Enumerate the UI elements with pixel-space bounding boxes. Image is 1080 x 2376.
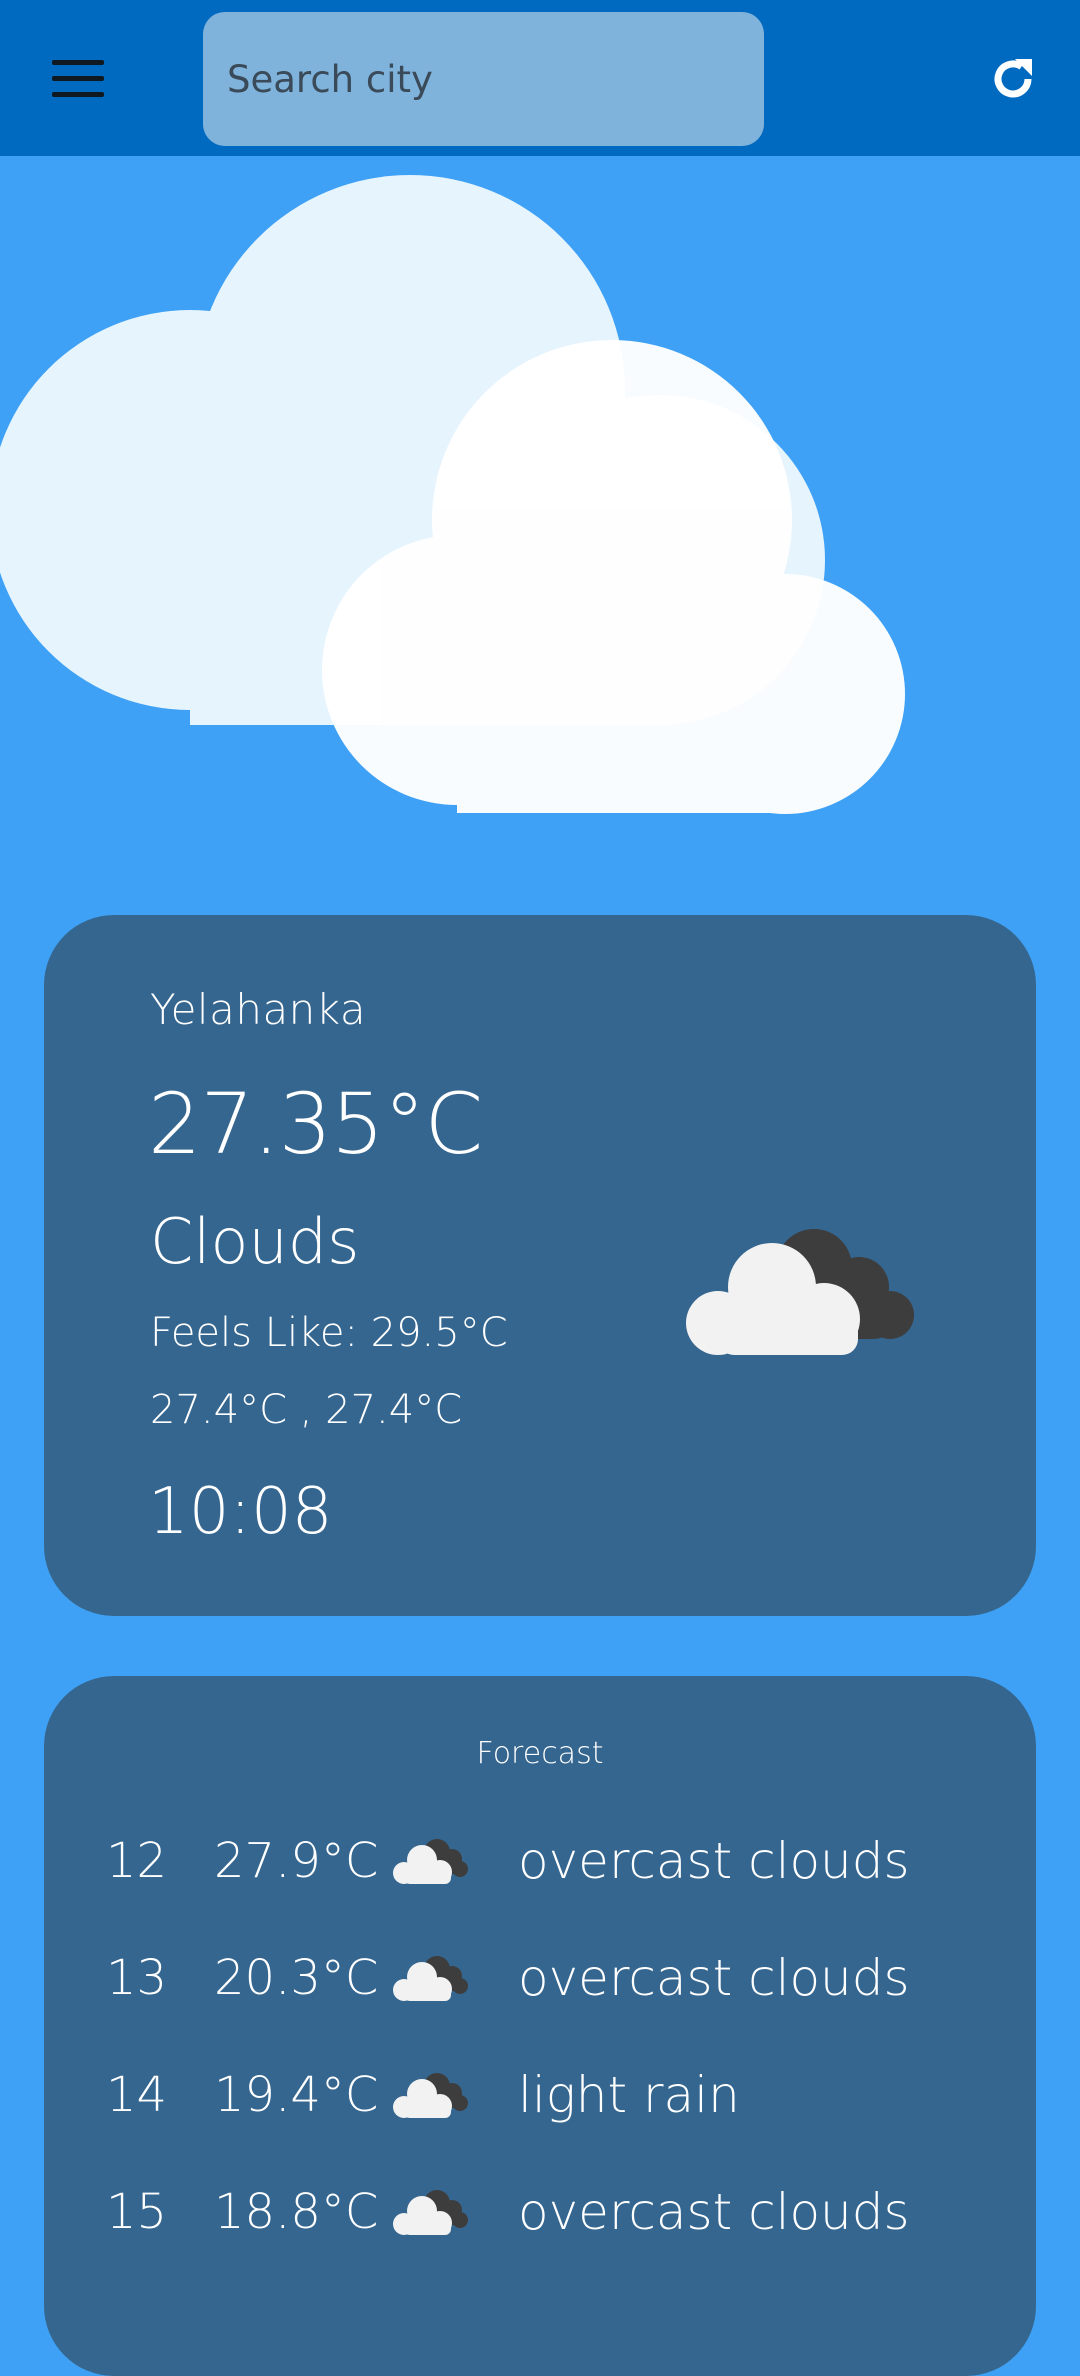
- broken-clouds-icon: [393, 2073, 468, 2118]
- forecast-description: overcast clouds: [518, 2183, 910, 2241]
- search-box[interactable]: [203, 12, 764, 146]
- refresh-button[interactable]: [975, 46, 1051, 112]
- forecast-row: 15 18.8°C overcast clouds: [44, 2167, 1036, 2257]
- weather-illustration: [0, 170, 1080, 850]
- refresh-icon: [994, 59, 1032, 98]
- forecast-description: light rain: [518, 2066, 740, 2124]
- forecast-row: 12 27.9°C overcast clouds: [44, 1816, 1036, 1906]
- broken-clouds-icon: [393, 2190, 468, 2235]
- current-temperature: 27.35°C: [148, 1075, 483, 1173]
- forecast-day: 14: [106, 2067, 168, 2123]
- current-weather-card: Yelahanka 27.35°C Clouds Feels Like: 29.…: [44, 915, 1036, 1616]
- search-input[interactable]: [225, 56, 742, 102]
- forecast-description: overcast clouds: [518, 1832, 910, 1890]
- feels-like: Feels Like: 29.5°C: [150, 1310, 508, 1356]
- hamburger-menu-icon-line: [52, 75, 104, 81]
- city-name: Yelahanka: [150, 985, 367, 1034]
- forecast-day: 15: [106, 2184, 168, 2240]
- app-bar: [0, 0, 1080, 156]
- forecast-title: Forecast: [476, 1736, 604, 1771]
- forecast-day: 12: [106, 1833, 168, 1889]
- forecast-row: 14 19.4°C light rain: [44, 2050, 1036, 2140]
- broken-clouds-icon: [686, 1229, 914, 1355]
- broken-clouds-icon: [393, 1956, 468, 2001]
- hamburger-menu-icon: [52, 59, 104, 65]
- forecast-row: 13 20.3°C overcast clouds: [44, 1933, 1036, 2023]
- large-clouds-illustration: [0, 175, 905, 814]
- forecast-temperature: 27.9°C: [214, 1833, 379, 1889]
- forecast-day: 13: [106, 1950, 168, 2006]
- update-time: 10:08: [148, 1475, 333, 1549]
- weather-condition: Clouds: [150, 1205, 360, 1278]
- min-max-temperature: 27.4°C , 27.4°C: [150, 1387, 463, 1433]
- hamburger-menu-icon-line: [52, 91, 104, 97]
- forecast-card: Forecast 12 27.9°C overcast clouds 13 20…: [44, 1676, 1036, 2376]
- forecast-temperature: 19.4°C: [214, 2067, 379, 2123]
- menu-button[interactable]: [38, 42, 118, 114]
- forecast-description: overcast clouds: [518, 1949, 910, 2007]
- broken-clouds-icon: [393, 1839, 468, 1884]
- forecast-temperature: 20.3°C: [214, 1950, 379, 2006]
- forecast-temperature: 18.8°C: [214, 2184, 379, 2240]
